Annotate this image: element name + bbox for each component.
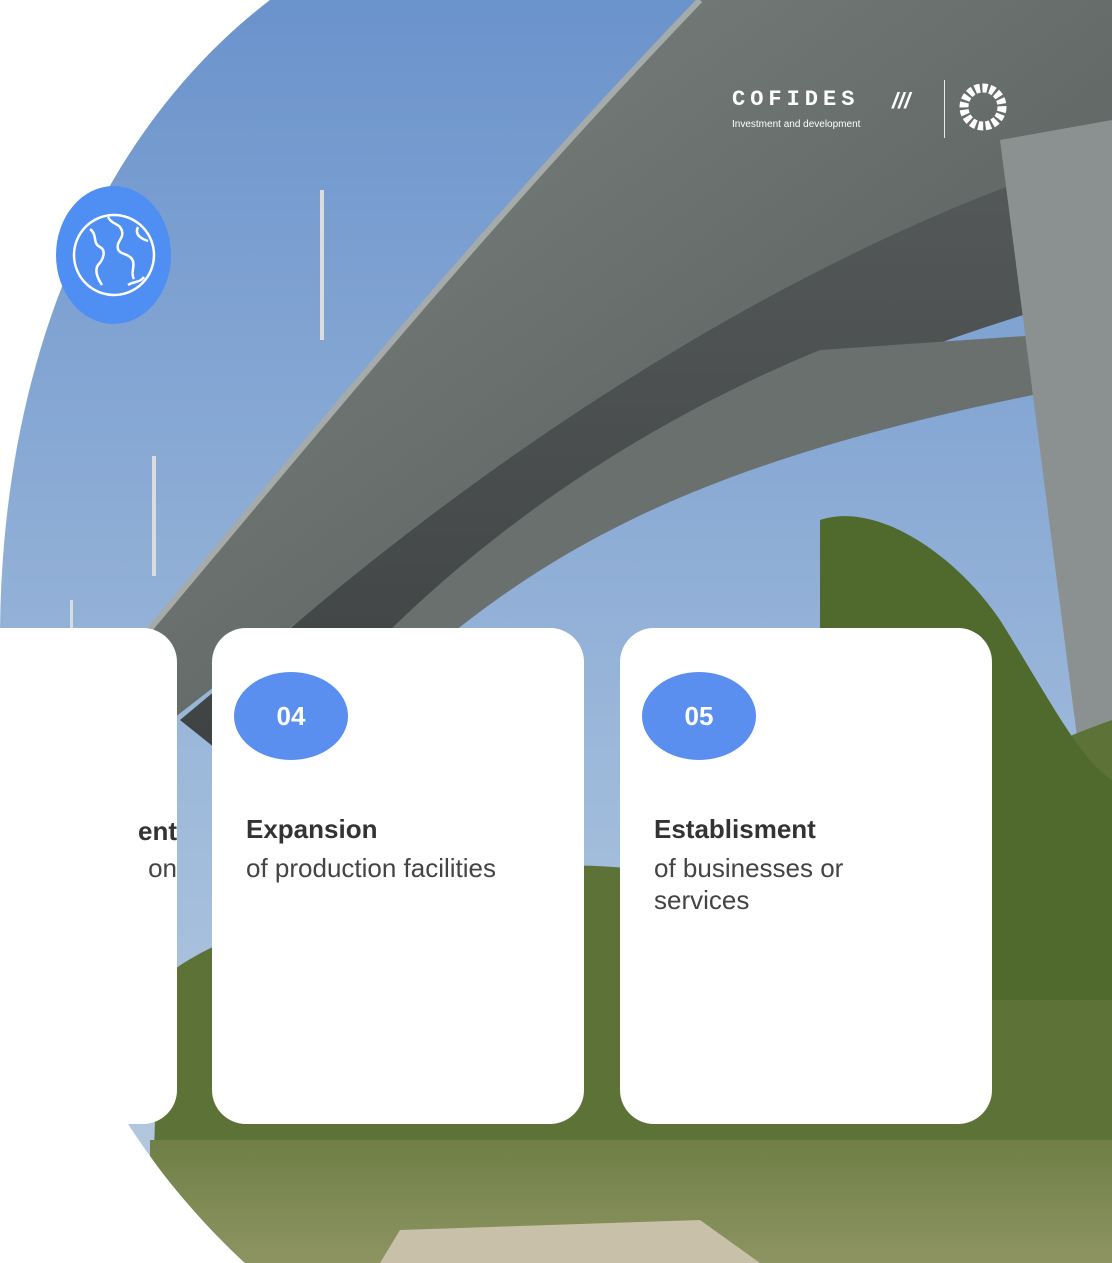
card-expansion: 04 Expansion of production facilities	[212, 628, 584, 1124]
card-description: on	[148, 853, 177, 883]
logo-wordmark: COFIDES	[732, 87, 860, 112]
card-title: ent	[138, 816, 177, 846]
card-number-badge: 05	[642, 672, 756, 760]
slide: COFIDES /// Investment and development e…	[0, 0, 1112, 1263]
card-title: Establisment	[654, 814, 816, 844]
ring-emblem-icon	[959, 83, 1007, 131]
card-description: of businesses or services	[654, 853, 844, 915]
card-partial: ent on	[0, 628, 177, 1124]
globe-icon	[72, 213, 155, 297]
card-number-badge: 04	[234, 672, 348, 760]
globe-badge	[56, 186, 171, 324]
cofides-logo: COFIDES /// Investment and development	[732, 88, 932, 140]
logo-divider	[944, 80, 945, 138]
logo-tagline: Investment and development	[732, 119, 861, 130]
card-establisment: 05 Establisment of businesses or service…	[620, 628, 992, 1124]
card-title: Expansion	[246, 814, 378, 844]
card-description: of production facilities	[246, 853, 497, 883]
cofides-slashes-icon: ///	[892, 88, 911, 113]
